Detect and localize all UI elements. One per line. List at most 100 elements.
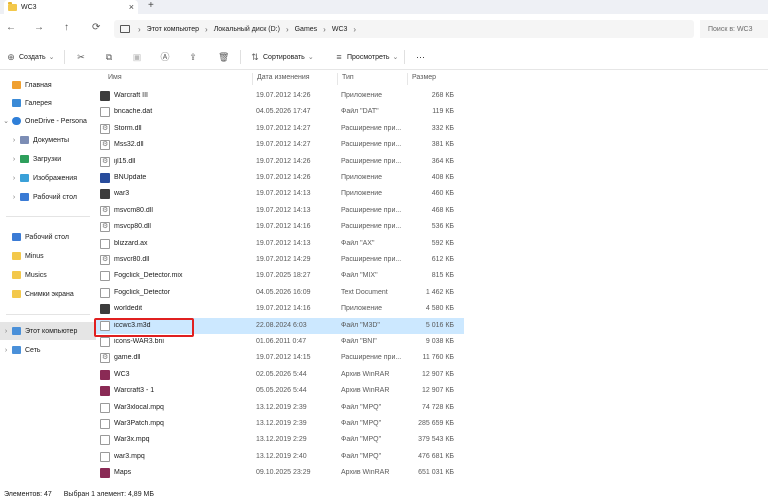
sidebar-item-documents[interactable]: › Документы [0,131,96,149]
table-row[interactable]: worldedit 19.07.2012 14:16 Приложение 4 580… [96,301,464,317]
sidebar-item-pictures[interactable]: › Изображения [0,169,96,187]
back-arrow-icon[interactable]: ← [6,22,16,33]
create-button[interactable]: ⊕ Создать ⌄ [6,52,54,62]
file-date: 19.07.2025 18:27 [256,272,311,280]
file-date: 19.07.2012 14:29 [256,256,311,263]
file-type: Расширение при... [341,157,402,165]
close-tab-icon[interactable]: × [129,2,134,12]
forward-arrow-icon[interactable]: → [34,22,44,33]
column-header-date[interactable]: Дата изменения [252,73,310,85]
breadcrumb-separator: › [285,24,289,34]
table-row[interactable]: blizzard.ax 19.07.2012 14:13 Файл "AX" 592 … [96,236,464,252]
sidebar-item-onedrive[interactable]: ⌄ OneDrive - Persona [0,112,96,130]
up-arrow-icon[interactable]: ↑ [64,22,69,33]
view-button[interactable]: ≡ Просмотреть ⌄ [334,52,398,62]
column-header-type[interactable]: Тип [337,73,354,85]
new-tab-button[interactable]: + [148,0,154,11]
file-date: 04.05.2026 17:47 [256,108,311,116]
sidebar-item-downloads[interactable]: › Загрузки [0,150,96,168]
sidebar-item-screenshots[interactable]: Снимки экрана [0,285,96,303]
file-date: 13.12.2019 2:39 [256,420,307,427]
file-name: msvcm80.dll [114,206,153,214]
copy-icon[interactable]: ⧉ [104,52,114,62]
table-row[interactable]: war3.mpq 13.12.2019 2:40 Файл "MPQ" 476 681… [96,449,464,465]
file-name: blizzard.ax [114,239,148,247]
sort-label: Сортировать [263,53,305,61]
file-size: 5 016 КБ [425,321,454,329]
sidebar-item-desktop-pinned[interactable]: Рабочий стол [0,228,96,246]
cut-icon[interactable]: ✂ [76,52,86,62]
file-name: Fogclick_Detector [114,288,171,296]
column-header-size[interactable]: Размер [407,73,436,85]
table-row[interactable]: Warcraft3 - 1 05.05.2026 5:44 Архив WinRAR… [96,383,464,399]
file-icon [100,451,110,462]
table-row[interactable]: ijl15.dll 19.07.2012 14:26 Расширение при.… [96,154,464,170]
sidebar-item-network[interactable]: › Сеть [0,341,96,359]
table-row[interactable]: game.dll 19.07.2012 14:15 Расширение при..… [96,350,464,366]
table-row[interactable]: war3 19.07.2012 14:13 Приложение 460 КБ [96,186,464,202]
divider [64,50,65,64]
file-type: Приложение [341,174,383,181]
table-row[interactable]: msvcr80.dll 19.07.2012 14:29 Расширение пр… [96,252,464,268]
table-row[interactable]: War3Patch.mpq 13.12.2019 2:39 Файл "MPQ" 28… [96,416,464,432]
file-name: icons-WAR3.bni [114,338,164,345]
breadcrumb-this-pc[interactable]: Этот компьютер [147,26,199,33]
sidebar-item-minus[interactable]: Minus [0,247,96,265]
file-icon [100,402,110,413]
table-row[interactable]: BNUpdate 19.07.2012 14:26 Приложение 408 КБ [96,170,464,186]
sidebar-item-this-pc[interactable]: › Этот компьютер [0,322,96,340]
file-size: 592 КБ [431,239,454,247]
file-type: Расширение при... [341,141,402,149]
refresh-icon[interactable]: ⟳ [92,22,100,33]
file-date: 05.05.2026 5:44 [256,387,307,395]
file-name: Storm.dll [114,124,142,132]
chevron-right-icon[interactable]: › [0,328,12,335]
file-icon [100,287,110,298]
breadcrumb-wc3[interactable]: WC3 [332,26,348,33]
table-row[interactable]: War3xlocal.mpq 13.12.2019 2:39 Файл "MPQ" 7… [96,400,464,416]
table-row[interactable]: WC3 02.05.2026 5:44 Архив WinRAR 12 907 КБ [96,367,464,383]
address-bar[interactable]: › Этот компьютер › Локальный диск (D:) ›… [114,20,694,38]
paste-icon[interactable]: ▣ [132,52,142,62]
table-row[interactable]: Warcraft III 19.07.2012 14:26 Приложение 26… [96,88,464,104]
table-row[interactable]: bncache.dat 04.05.2026 17:47 Файл "DAT" 119… [96,104,464,120]
table-row[interactable]: Fogclick_Detector.mix 19.07.2025 18:27 Фай… [96,268,464,284]
sidebar-item-label: Документы [33,136,70,144]
sidebar-item-gallery[interactable]: Галерея [0,94,96,112]
table-row[interactable]: Storm.dll 19.07.2012 14:27 Расширение при.… [96,121,464,137]
share-icon[interactable]: ⇪ [188,52,198,62]
file-type: Расширение при... [341,124,402,132]
table-row[interactable]: Fogclick_Detector 04.05.2026 16:09 Text Do… [96,285,464,301]
chevron-right-icon[interactable]: › [8,156,20,163]
table-row[interactable]: msvcm80.dll 19.07.2012 14:13 Расширение пр… [96,203,464,219]
sidebar-item-desktop[interactable]: › Рабочий стол [0,188,96,206]
home-icon [12,81,21,89]
more-options-icon[interactable]: ··· [416,52,425,62]
chevron-right-icon[interactable]: › [8,137,20,144]
delete-icon[interactable]: 🗑 [218,52,229,62]
file-type: Файл "MPQ" [341,420,382,427]
breadcrumb-games[interactable]: Games [295,26,318,33]
chevron-right-icon[interactable]: › [8,194,20,201]
chevron-down-icon[interactable]: ⌄ [0,117,12,125]
file-type: Файл "DAT" [341,108,379,116]
file-name: Fogclick_Detector.mix [114,272,183,280]
tab-wc3[interactable]: WC3 × [4,0,138,14]
rename-icon[interactable]: Ⓐ [160,52,170,62]
table-row[interactable]: Mss32.dll 19.07.2012 14:27 Расширение при.… [96,137,464,153]
table-row[interactable]: msvcp80.dll 19.07.2012 14:16 Расширение пр… [96,219,464,235]
sort-button[interactable]: ⇅ Сортировать ⌄ [250,52,313,62]
view-label: Просмотреть [347,53,390,61]
column-header-name[interactable]: Имя [104,73,122,85]
sidebar-item-musics[interactable]: Musics [0,266,96,284]
chevron-right-icon[interactable]: › [8,175,20,182]
sidebar-item-home[interactable]: Главная [0,76,96,94]
cloud-icon [12,117,21,125]
breadcrumb-drive-d[interactable]: Локальный диск (D:) [214,26,280,33]
chevron-right-icon[interactable]: › [0,347,12,354]
file-date: 19.07.2012 14:16 [256,305,311,313]
table-row[interactable]: War3x.mpq 13.12.2019 2:29 Файл "MPQ" 379 54… [96,432,464,448]
file-size: 4 580 КБ [425,305,454,313]
search-input[interactable]: Поиск в: WC3 [700,20,768,38]
table-row[interactable]: Maps 09.10.2025 23:29 Архив WinRAR 651 031 … [96,465,464,481]
